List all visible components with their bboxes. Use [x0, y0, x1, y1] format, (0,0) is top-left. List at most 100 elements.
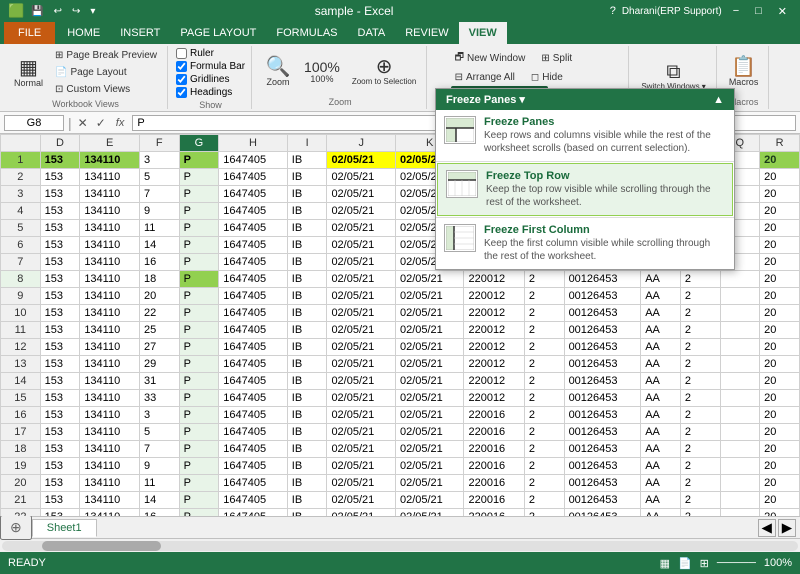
- row-number[interactable]: 21: [1, 492, 41, 509]
- cell[interactable]: 153: [40, 441, 80, 458]
- cell[interactable]: IB: [287, 390, 327, 407]
- cell[interactable]: AA: [641, 475, 681, 492]
- cell[interactable]: 16: [139, 509, 179, 517]
- cell[interactable]: AA: [641, 339, 681, 356]
- cell[interactable]: 20: [760, 169, 800, 186]
- macros-btn[interactable]: 📋 Macros: [725, 55, 763, 89]
- scroll-left-btn[interactable]: ◀: [758, 519, 776, 537]
- cell[interactable]: 1647405: [219, 203, 288, 220]
- cell[interactable]: 2: [680, 322, 720, 339]
- cell[interactable]: 02/05/21: [327, 203, 396, 220]
- cell[interactable]: 00126453: [564, 458, 641, 475]
- row-number[interactable]: 10: [1, 305, 41, 322]
- cell[interactable]: 00126453: [564, 424, 641, 441]
- cell[interactable]: 16: [139, 254, 179, 271]
- zoom-btn[interactable]: 🔍 Zoom: [260, 55, 296, 89]
- cell[interactable]: 2: [680, 390, 720, 407]
- maximize-btn[interactable]: □: [750, 4, 767, 18]
- cell[interactable]: 220012: [464, 373, 524, 390]
- cell[interactable]: 20: [760, 509, 800, 517]
- cell[interactable]: 153: [40, 186, 80, 203]
- cell[interactable]: 134110: [80, 390, 140, 407]
- cell[interactable]: [720, 509, 760, 517]
- cell[interactable]: 134110: [80, 492, 140, 509]
- cell[interactable]: 31: [139, 373, 179, 390]
- cell[interactable]: 220016: [464, 441, 524, 458]
- cell[interactable]: 220012: [464, 305, 524, 322]
- cell[interactable]: 153: [40, 458, 80, 475]
- add-sheet-btn[interactable]: ⊕: [0, 515, 32, 540]
- cell[interactable]: IB: [287, 424, 327, 441]
- cell[interactable]: 134110: [80, 373, 140, 390]
- freeze-first-col-item[interactable]: Freeze First Column Keep the first colum…: [436, 218, 734, 269]
- cell[interactable]: 2: [680, 288, 720, 305]
- cell[interactable]: 134110: [80, 203, 140, 220]
- cell[interactable]: IB: [287, 203, 327, 220]
- cell[interactable]: P: [179, 220, 219, 237]
- cell[interactable]: 20: [760, 288, 800, 305]
- row-number[interactable]: 16: [1, 407, 41, 424]
- close-btn[interactable]: ✕: [773, 4, 792, 19]
- row-number[interactable]: 7: [1, 254, 41, 271]
- cell[interactable]: 00126453: [564, 322, 641, 339]
- tab-page-layout[interactable]: PAGE LAYOUT: [170, 22, 266, 44]
- cell[interactable]: 9: [139, 458, 179, 475]
- cell[interactable]: 1647405: [219, 492, 288, 509]
- ruler-checkbox[interactable]: [176, 48, 187, 59]
- cell[interactable]: P: [179, 305, 219, 322]
- cell[interactable]: [720, 492, 760, 509]
- cell[interactable]: [720, 271, 760, 288]
- cell[interactable]: 153: [40, 373, 80, 390]
- cell[interactable]: 20: [760, 186, 800, 203]
- cell[interactable]: 153: [40, 475, 80, 492]
- page-break-preview-btn[interactable]: ⊞ Page Break Preview: [51, 48, 161, 63]
- cell[interactable]: 220016: [464, 509, 524, 517]
- tab-home[interactable]: HOME: [57, 22, 110, 44]
- help-icon[interactable]: ?: [610, 5, 616, 17]
- save-quick-btn[interactable]: 💾: [28, 4, 46, 19]
- cell[interactable]: 134110: [80, 322, 140, 339]
- cell[interactable]: 220016: [464, 407, 524, 424]
- cell[interactable]: 220012: [464, 271, 524, 288]
- cell[interactable]: 2: [680, 424, 720, 441]
- cell[interactable]: 02/05/21: [395, 390, 464, 407]
- cell[interactable]: 02/05/21: [395, 407, 464, 424]
- row-number[interactable]: 12: [1, 339, 41, 356]
- cell[interactable]: 00126453: [564, 475, 641, 492]
- cell[interactable]: [720, 390, 760, 407]
- gridlines-checkbox-label[interactable]: Gridlines: [176, 74, 245, 85]
- cell[interactable]: 00126453: [564, 509, 641, 517]
- cell[interactable]: 1647405: [219, 424, 288, 441]
- cell[interactable]: 20: [760, 322, 800, 339]
- cell[interactable]: IB: [287, 237, 327, 254]
- cell[interactable]: IB: [287, 339, 327, 356]
- cell[interactable]: 20: [760, 220, 800, 237]
- cell[interactable]: 134110: [80, 186, 140, 203]
- minimize-btn[interactable]: −: [728, 4, 744, 18]
- cell[interactable]: 20: [760, 390, 800, 407]
- cell[interactable]: P: [179, 169, 219, 186]
- cell[interactable]: P: [179, 509, 219, 517]
- cell[interactable]: 02/05/21: [327, 339, 396, 356]
- cell[interactable]: 2: [680, 271, 720, 288]
- ruler-checkbox-label[interactable]: Ruler: [176, 48, 245, 59]
- undo-quick-btn[interactable]: ↩: [51, 4, 65, 19]
- cell[interactable]: 02/05/21: [327, 220, 396, 237]
- row-number[interactable]: 13: [1, 356, 41, 373]
- cell[interactable]: IB: [287, 169, 327, 186]
- row-number[interactable]: 2: [1, 169, 41, 186]
- row-number[interactable]: 6: [1, 237, 41, 254]
- redo-quick-btn[interactable]: ↪: [69, 4, 83, 19]
- cell[interactable]: 134110: [80, 169, 140, 186]
- cell[interactable]: 134110: [80, 356, 140, 373]
- zoom-selection-btn[interactable]: ⊕ Zoom to Selection: [348, 55, 420, 88]
- cell[interactable]: 1647405: [219, 407, 288, 424]
- cell[interactable]: 18: [139, 271, 179, 288]
- cell[interactable]: 220012: [464, 356, 524, 373]
- cell[interactable]: 2: [680, 305, 720, 322]
- cell[interactable]: 134110: [80, 509, 140, 517]
- cell[interactable]: 20: [760, 373, 800, 390]
- cell[interactable]: 00126453: [564, 339, 641, 356]
- row-number[interactable]: 1: [1, 152, 41, 169]
- row-number[interactable]: 4: [1, 203, 41, 220]
